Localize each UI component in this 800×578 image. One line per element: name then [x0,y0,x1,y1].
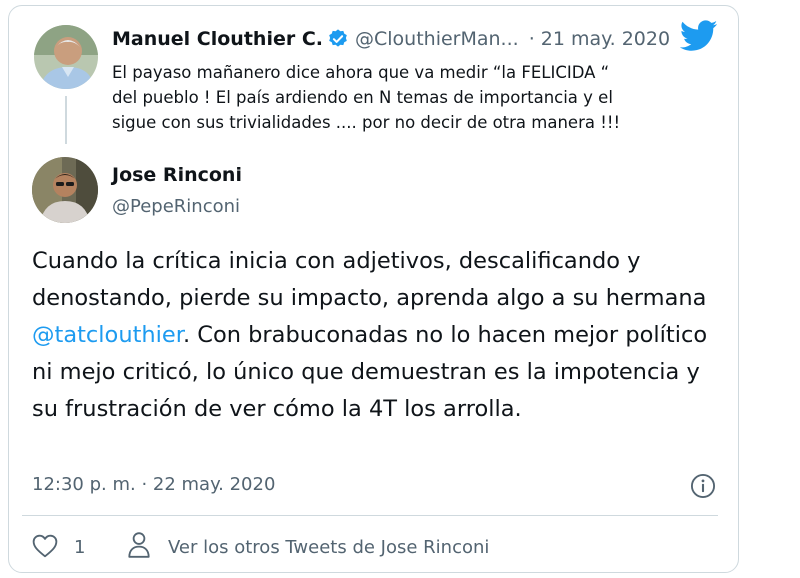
parent-text-line: sigue con sus trivialidades .... por no … [112,113,621,132]
author-name[interactable]: Jose Rinconi [112,164,242,186]
tweet-timestamp[interactable]: 12:30 p. m. · 22 may. 2020 [32,474,275,495]
more-tweets-link[interactable]: Ver los otros Tweets de Jose Rinconi [168,537,489,558]
divider [22,515,718,516]
parent-author-name[interactable]: Manuel Clouthier C. [112,28,323,50]
parent-text-line: El payaso mañanero dice ahora que va med… [112,63,610,82]
mention-link[interactable]: @tatclouthier [32,322,183,348]
tweet-text: Cuando la crítica inicia con adjetivos, … [32,243,722,428]
like-count: 1 [74,537,86,558]
verified-icon [327,28,349,50]
twitter-bird-icon[interactable] [679,20,718,52]
person-icon[interactable] [126,531,152,559]
parent-tweet-header: Manuel Clouthier C. @ClouthierMan... · 2… [112,26,670,52]
header-separator: · [528,28,535,50]
parent-author-handle[interactable]: @ClouthierMan... [355,28,519,50]
parent-author-avatar[interactable] [34,25,98,89]
tweet-text-part: Cuando la crítica inicia con adjetivos, … [32,248,707,311]
parent-tweet-text: El payaso mañanero dice ahora que va med… [112,60,712,135]
parent-tweet-date[interactable]: 21 may. 2020 [541,28,670,50]
heart-icon[interactable] [32,534,58,558]
author-handle[interactable]: @PepeRinconi [112,196,240,217]
author-avatar[interactable] [32,157,98,223]
parent-text-line: del pueblo ! El país ardiendo en N temas… [112,88,613,107]
thread-connector-line [65,96,67,144]
info-icon[interactable] [689,472,717,500]
